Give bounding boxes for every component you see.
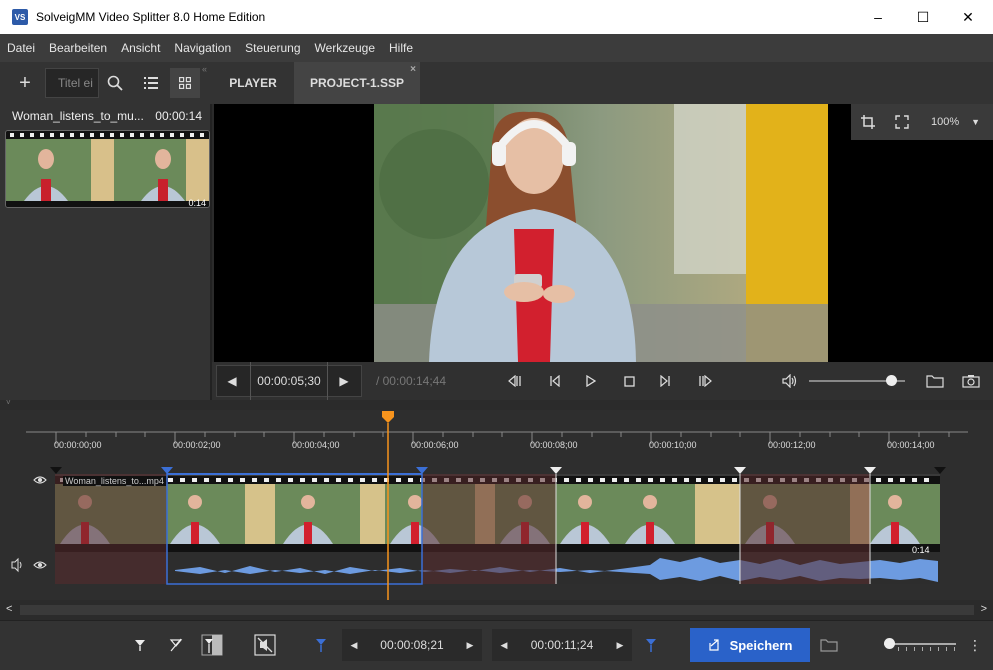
title-bar: VS SolveigMM Video Splitter 8.0 Home Edi… xyxy=(0,0,993,34)
end-prev-arrow-icon[interactable]: ◀ xyxy=(492,640,516,651)
thumbnail-duration: 0:14 xyxy=(188,198,206,208)
fullscreen-icon[interactable] xyxy=(885,104,919,140)
remove-marker-icon[interactable] xyxy=(160,629,192,661)
scrollbar-thumb[interactable] xyxy=(20,605,974,615)
scroll-right-arrow-icon[interactable]: > xyxy=(981,603,987,615)
volume-slider[interactable] xyxy=(809,375,905,386)
grid-view-icon[interactable] xyxy=(170,68,200,98)
toggle-segment-icon[interactable] xyxy=(196,629,228,661)
volume-icon[interactable] xyxy=(778,362,802,400)
zoom-toolbar: 100% ▼ xyxy=(851,104,993,140)
ruler-tick-label: 00:00:02;00 xyxy=(173,440,221,450)
start-prev-arrow-icon[interactable]: ◀ xyxy=(342,640,366,651)
clip-label: Woman_listens_to...mp4 xyxy=(63,476,166,486)
media-thumbnail[interactable]: 0:14 xyxy=(5,130,210,208)
zoom-scale-ticks xyxy=(898,647,956,651)
export-icon xyxy=(708,639,719,651)
snapshot-camera-icon[interactable] xyxy=(958,362,984,400)
step-back-icon[interactable] xyxy=(542,362,568,400)
start-next-arrow-icon[interactable]: ▶ xyxy=(458,640,482,651)
menu-navigation[interactable]: Navigation xyxy=(167,41,238,55)
timeline-zoom-handle[interactable] xyxy=(884,638,895,649)
previous-frame-arrow-icon[interactable]: ◀ xyxy=(222,362,242,400)
timeline-canvas xyxy=(11,411,968,600)
media-file-name: Woman_listens_to_mu... xyxy=(12,109,144,123)
end-next-arrow-icon[interactable]: ▶ xyxy=(608,640,632,651)
tab-player[interactable]: PLAYER xyxy=(212,62,294,104)
menu-ansicht[interactable]: Ansicht xyxy=(114,41,167,55)
menu-werkzeuge[interactable]: Werkzeuge xyxy=(308,41,382,55)
total-time: / 00:00:14;44 xyxy=(375,374,447,388)
window-title: SolveigMM Video Splitter 8.0 Home Editio… xyxy=(36,10,266,24)
ruler-tick-label: 00:00:06;00 xyxy=(411,440,459,450)
segment-start-field: ◀ 00:00:08;21 ▶ xyxy=(342,629,482,661)
chevron-down-icon: ▼ xyxy=(971,117,981,127)
collapse-panel-icon[interactable]: « xyxy=(202,64,207,74)
set-start-marker-icon[interactable] xyxy=(306,629,336,661)
next-frame-arrow-icon[interactable]: ▶ xyxy=(334,362,354,400)
menu-datei[interactable]: Datei xyxy=(0,41,42,55)
panel-splitter[interactable]: ˅ xyxy=(0,398,993,410)
minimize-button[interactable]: – xyxy=(855,0,901,34)
save-button-label: Speichern xyxy=(729,637,793,653)
timeline-zoom-slider[interactable] xyxy=(884,638,956,651)
open-folder-icon[interactable] xyxy=(922,362,948,400)
video-player[interactable]: 100% ▼ xyxy=(214,104,993,362)
menu-bar: Datei Bearbeiten Ansicht Navigation Steu… xyxy=(0,34,993,62)
collapse-timeline-icon[interactable]: ˅ xyxy=(6,398,11,407)
current-time[interactable]: 00:00:05;30 xyxy=(250,362,328,400)
menu-bearbeiten[interactable]: Bearbeiten xyxy=(42,41,114,55)
timeline-scrollbar[interactable]: < > xyxy=(0,600,993,620)
more-options-icon[interactable]: ⋮ xyxy=(966,629,984,661)
scroll-left-arrow-icon[interactable]: < xyxy=(6,603,12,615)
stop-icon[interactable] xyxy=(616,362,642,400)
video-frame xyxy=(374,104,828,362)
ruler-tick-label: 00:00:10;00 xyxy=(649,440,697,450)
media-panel: Woman_listens_to_mu... 00:00:14 0:14 xyxy=(0,104,212,400)
search-icon[interactable] xyxy=(100,68,130,98)
menu-steuerung[interactable]: Steuerung xyxy=(238,41,307,55)
add-marker-icon[interactable] xyxy=(124,629,156,661)
close-tab-icon[interactable]: × xyxy=(410,64,416,75)
transport-bar: ◀ 00:00:05;30 ▶ / 00:00:14;44 xyxy=(212,362,993,400)
crop-icon[interactable] xyxy=(851,104,885,140)
go-to-start-icon[interactable] xyxy=(502,362,528,400)
play-icon[interactable] xyxy=(578,362,604,400)
ruler-tick-label: 00:00:14;00 xyxy=(887,440,935,450)
volume-slider-handle[interactable] xyxy=(885,375,897,386)
bottom-toolbar: ◀ 00:00:08;21 ▶ ◀ 00:00:11;24 ▶ Speicher… xyxy=(0,620,993,670)
mute-segment-icon[interactable] xyxy=(249,629,281,661)
media-duration: 00:00:14 xyxy=(155,109,202,123)
media-toolbar: + Titel ei « xyxy=(0,62,212,104)
ruler-tick-label: 00:00:12;00 xyxy=(768,440,816,450)
app-logo-icon: VS xyxy=(12,9,28,25)
tab-bar: PLAYER PROJECT-1.SSP × xyxy=(212,62,993,104)
zoom-value: 100% xyxy=(931,116,960,128)
set-end-marker-icon[interactable] xyxy=(636,629,666,661)
ruler-tick-label: 00:00:04;00 xyxy=(292,440,340,450)
timeline[interactable]: 00:00:00;00 00:00:02;00 00:00:04;00 00:0… xyxy=(0,410,993,600)
output-folder-icon[interactable] xyxy=(814,629,844,661)
add-media-button[interactable]: + xyxy=(10,68,40,98)
tab-project-label: PROJECT-1.SSP xyxy=(309,76,405,90)
segment-end-field: ◀ 00:00:11;24 ▶ xyxy=(492,629,632,661)
maximize-button[interactable]: ☐ xyxy=(900,0,946,34)
clip-end-time: 0:14 xyxy=(912,545,930,555)
list-view-icon[interactable] xyxy=(136,68,166,98)
save-button[interactable]: Speichern xyxy=(690,628,810,662)
zoom-select[interactable]: 100% ▼ xyxy=(919,104,993,140)
ruler-tick-label: 00:00:08;00 xyxy=(530,440,578,450)
tab-project[interactable]: PROJECT-1.SSP × xyxy=(294,62,420,104)
step-forward-icon[interactable] xyxy=(652,362,678,400)
menu-hilfe[interactable]: Hilfe xyxy=(382,41,420,55)
segment-start-time[interactable]: 00:00:08;21 xyxy=(366,638,458,652)
close-button[interactable]: ✕ xyxy=(945,0,991,34)
segment-end-time[interactable]: 00:00:11;24 xyxy=(516,638,608,652)
go-to-end-icon[interactable] xyxy=(692,362,718,400)
search-input[interactable]: Titel ei xyxy=(45,68,99,98)
ruler-tick-label: 00:00:00;00 xyxy=(54,440,102,450)
